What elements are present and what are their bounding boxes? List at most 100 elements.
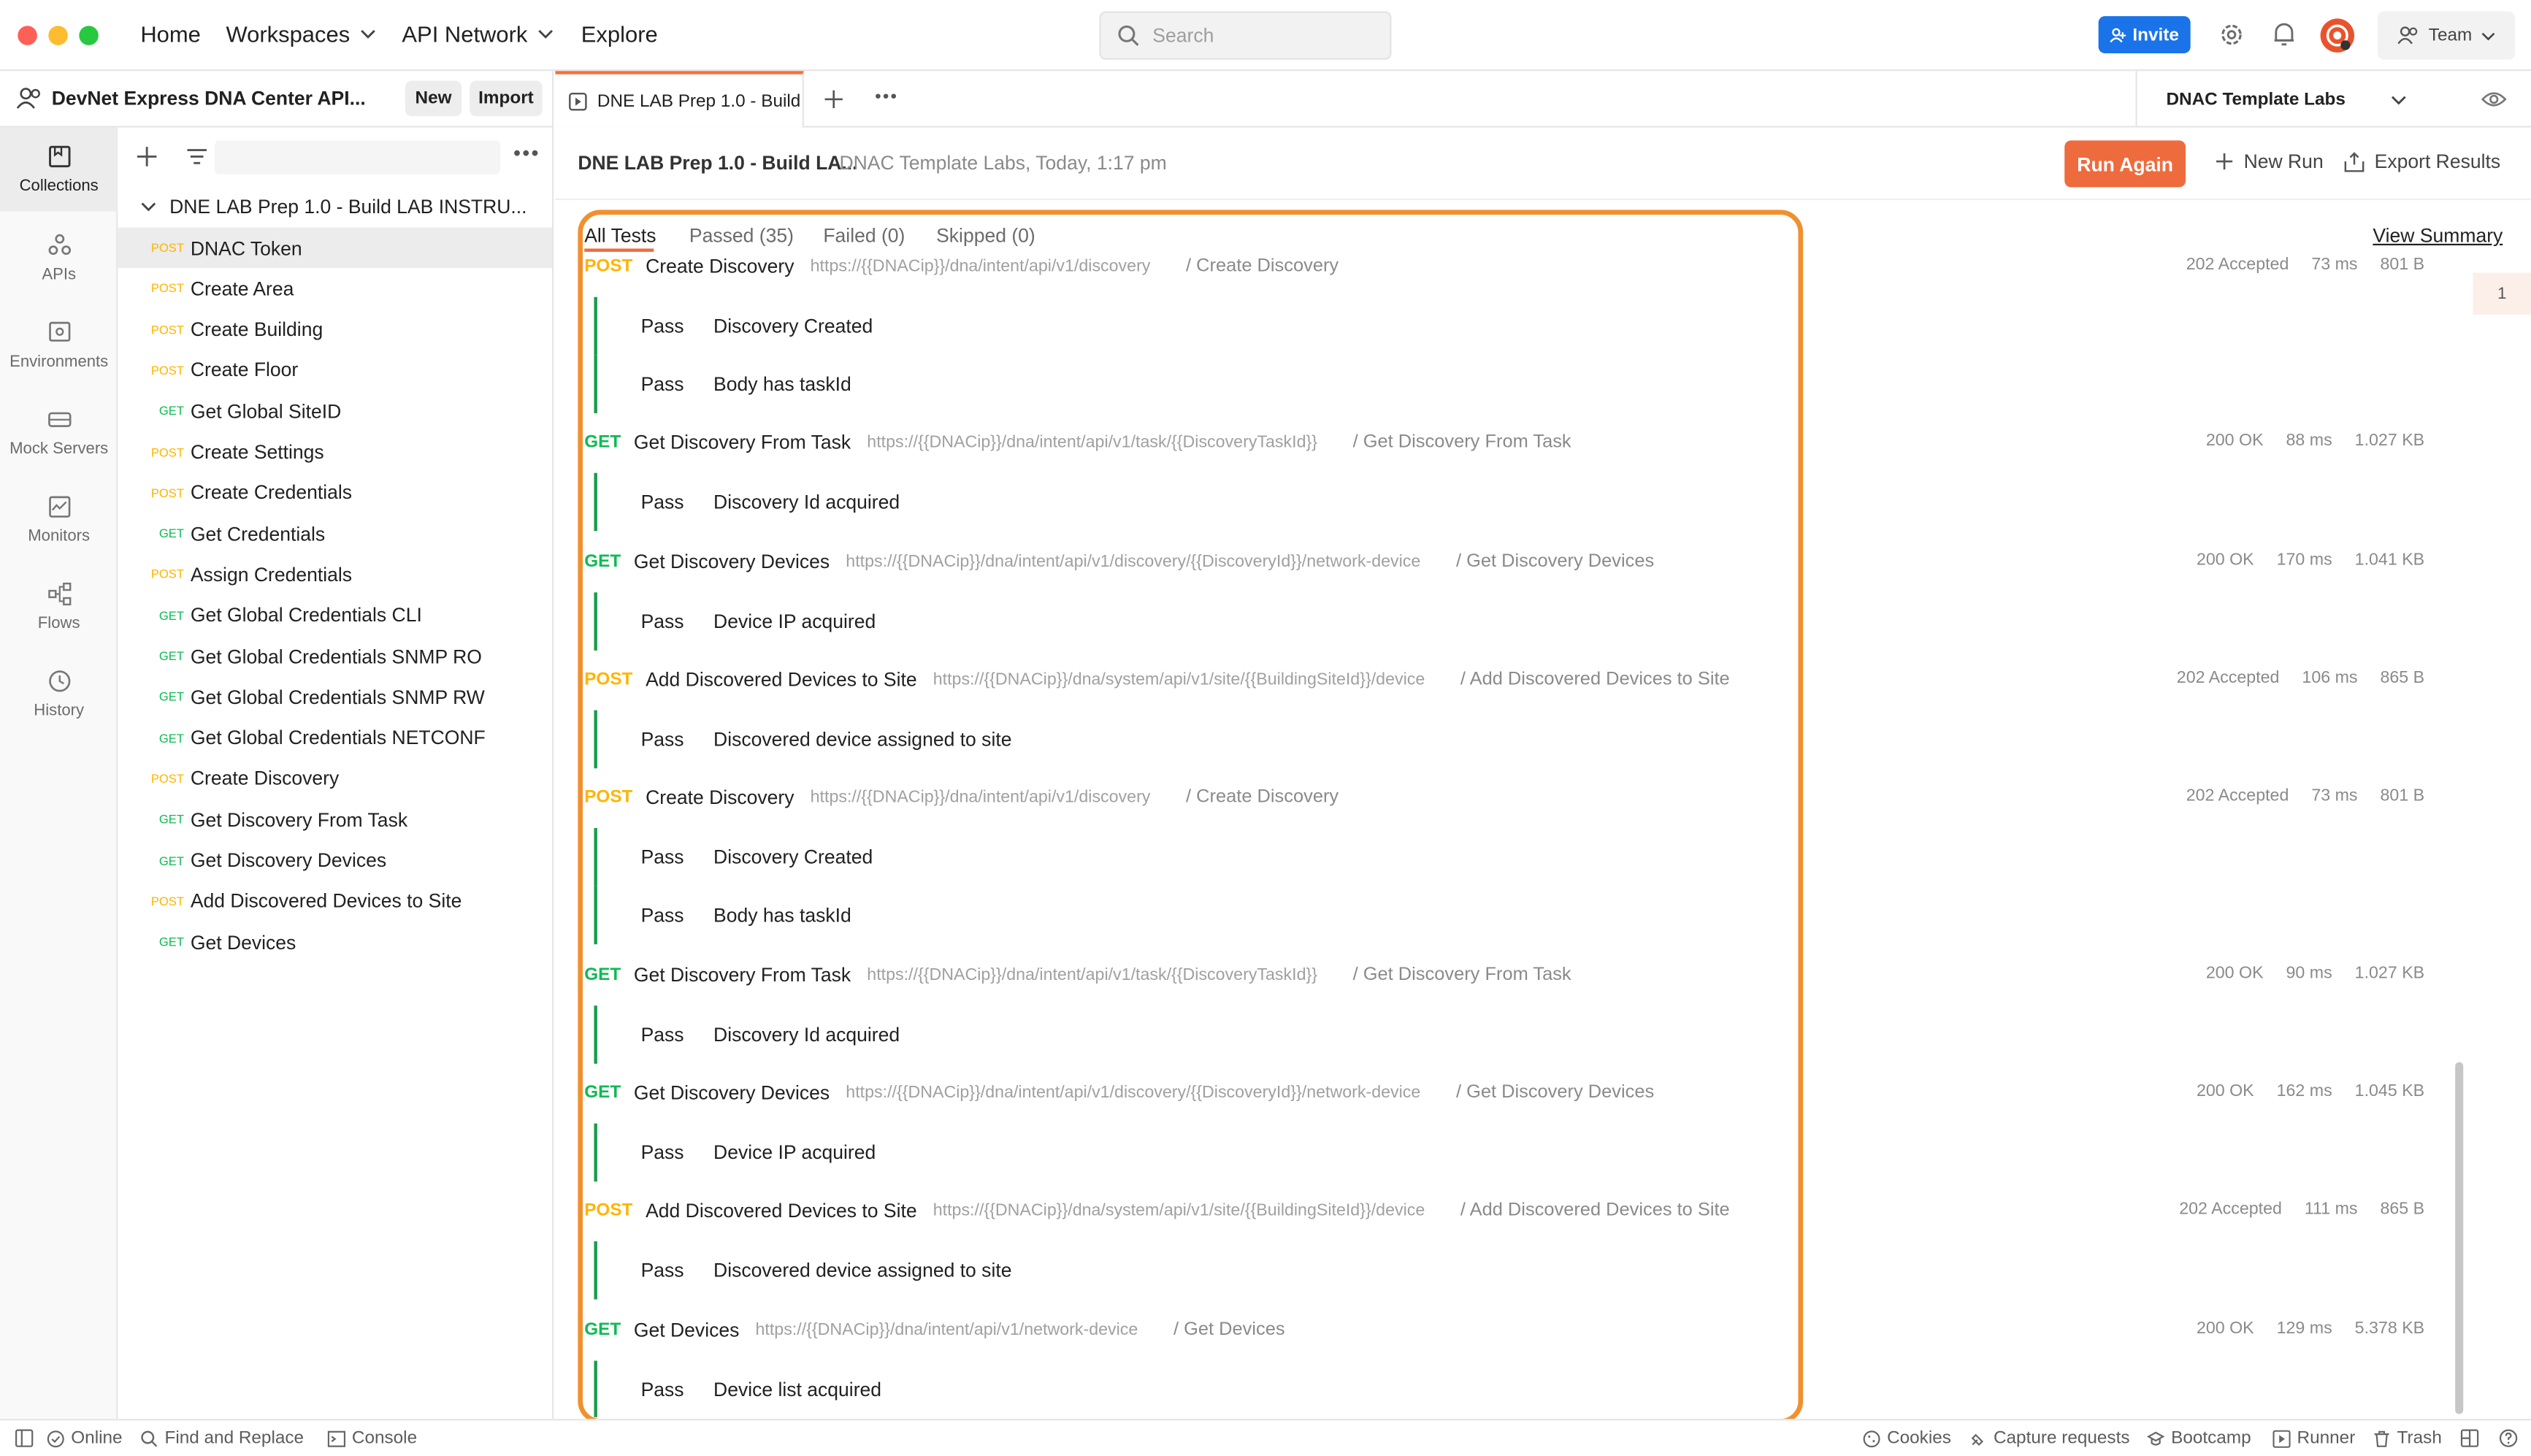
- request-meta: 202 Accepted 106 ms 865 B: [2177, 668, 2424, 688]
- chevron-down-icon: [141, 202, 156, 211]
- postman-window: Home Workspaces API Network Explore Sear…: [0, 0, 2531, 1456]
- nav-api-network[interactable]: API Network: [402, 21, 553, 47]
- toggle-sidebar-icon[interactable]: [15, 1428, 34, 1448]
- run-meta: DNAC Template Labs, Today, 1:17 pm: [839, 151, 1167, 175]
- new-run-button[interactable]: New Run: [2215, 150, 2324, 173]
- request-meta: 200 OK 88 ms 1.027 KB: [2206, 431, 2424, 451]
- response-size: 865 B: [2380, 1199, 2425, 1219]
- request-meta: 200 OK 129 ms 5.378 KB: [2197, 1319, 2424, 1338]
- trash-icon: [2374, 1430, 2389, 1447]
- more-options-icon[interactable]: •••: [513, 140, 540, 164]
- search-icon: [1118, 25, 1139, 46]
- export-icon: [2344, 151, 2365, 172]
- response-time: 111 ms: [2304, 1199, 2358, 1219]
- response-time: 170 ms: [2276, 550, 2332, 570]
- help-icon[interactable]: [2499, 1428, 2519, 1448]
- cookie-icon: [1863, 1430, 1880, 1447]
- new-button[interactable]: New: [405, 80, 462, 117]
- cookies-button[interactable]: Cookies: [1863, 1428, 1951, 1448]
- tab-runner-results[interactable]: DNE LAB Prep 1.0 - Build: [555, 71, 804, 128]
- response-size: 5.378 KB: [2354, 1319, 2425, 1338]
- request-meta: 200 OK 162 ms 1.045 KB: [2197, 1081, 2424, 1101]
- workspace-name[interactable]: DevNet Express DNA Center API...: [52, 87, 366, 110]
- team-icon: [2397, 26, 2417, 45]
- run-header: DNE LAB Prep 1.0 - Build LA... DNAC Temp…: [555, 129, 2531, 201]
- find-replace-button[interactable]: Find and Replace: [140, 1428, 304, 1448]
- workspace-header: DevNet Express DNA Center API... New Imp…: [0, 71, 554, 128]
- add-user-icon: [2110, 27, 2126, 42]
- response-status: 200 OK: [2196, 1319, 2254, 1338]
- search-placeholder: Search: [1152, 24, 1214, 47]
- response-time: 73 ms: [2311, 786, 2358, 806]
- new-tab-icon[interactable]: [823, 89, 844, 110]
- plus-icon: [2216, 153, 2233, 170]
- chevron-down-icon: [537, 29, 553, 39]
- runner-button[interactable]: Runner: [2272, 1428, 2355, 1448]
- capture-requests-button[interactable]: Capture requests: [1969, 1428, 2130, 1448]
- invite-button[interactable]: Invite: [2098, 16, 2191, 53]
- export-results-button[interactable]: Export Results: [2344, 150, 2500, 173]
- environment-selector[interactable]: DNAC Template Labs: [2135, 71, 2458, 128]
- response-size: 1.027 KB: [2354, 431, 2425, 451]
- nav-explore[interactable]: Explore: [581, 21, 658, 47]
- tab-options-icon[interactable]: •••: [875, 87, 898, 107]
- close-window-button[interactable]: [18, 26, 37, 45]
- two-pane-icon[interactable]: [2460, 1428, 2480, 1448]
- run-iteration-marker[interactable]: 1: [2473, 272, 2531, 315]
- status-bar: Online Find and Replace Console Cookies …: [0, 1419, 2531, 1456]
- response-status: 200 OK: [2196, 550, 2254, 570]
- response-size: 1.041 KB: [2354, 550, 2425, 570]
- response-status: 200 OK: [2196, 1081, 2254, 1101]
- team-dropdown[interactable]: Team: [2378, 11, 2515, 60]
- bootcamp-icon: [2146, 1430, 2165, 1445]
- console-icon: [327, 1430, 346, 1447]
- request-meta: 200 OK 170 ms 1.041 KB: [2197, 551, 2424, 570]
- bootcamp-button[interactable]: Bootcamp: [2146, 1428, 2251, 1448]
- response-status: 202 Accepted: [2186, 786, 2289, 806]
- runner-tab-icon: [569, 91, 587, 110]
- chevron-down-icon: [2391, 96, 2406, 105]
- minimize-window-button[interactable]: [48, 26, 68, 45]
- response-time: 129 ms: [2276, 1319, 2332, 1338]
- results-scrollbar[interactable]: [2455, 1062, 2464, 1414]
- nav-workspaces[interactable]: Workspaces: [226, 21, 375, 47]
- plus-icon[interactable]: [136, 145, 158, 168]
- response-status: 202 Accepted: [2179, 1199, 2282, 1219]
- results-highlight-frame: [578, 210, 1804, 1424]
- zoom-window-button[interactable]: [79, 26, 99, 45]
- import-button[interactable]: Import: [470, 80, 543, 117]
- avatar[interactable]: [2319, 18, 2355, 53]
- chevron-down-icon: [360, 29, 375, 39]
- check-circle-icon: [47, 1430, 64, 1447]
- response-time: 162 ms: [2276, 1081, 2332, 1101]
- collections-icon: [47, 145, 70, 168]
- trash-button[interactable]: Trash: [2373, 1428, 2442, 1448]
- view-summary-link[interactable]: View Summary: [2373, 224, 2503, 247]
- nav-home[interactable]: Home: [140, 21, 201, 47]
- response-time: 106 ms: [2302, 668, 2358, 688]
- run-title: DNE LAB Prep 1.0 - Build LA...: [578, 151, 858, 175]
- response-size: 1.045 KB: [2354, 1081, 2425, 1101]
- eye-icon[interactable]: [2481, 89, 2507, 110]
- run-again-button[interactable]: Run Again: [2064, 140, 2186, 188]
- response-time: 88 ms: [2286, 431, 2332, 451]
- chevron-down-icon: [2482, 31, 2496, 40]
- response-size: 801 B: [2380, 786, 2425, 806]
- collection-folder[interactable]: DNE LAB Prep 1.0 - Build LAB INSTRU...: [118, 185, 552, 226]
- top-bar: Home Workspaces API Network Explore Sear…: [0, 0, 2531, 72]
- runner-icon: [2272, 1429, 2291, 1447]
- bell-icon[interactable]: [2271, 21, 2297, 49]
- search-box[interactable]: Search: [1099, 11, 1392, 60]
- request-meta: 202 Accepted 111 ms 865 B: [2179, 1199, 2424, 1219]
- gear-icon[interactable]: [2218, 21, 2245, 49]
- rail-item-collections[interactable]: Collections: [0, 127, 118, 212]
- online-status[interactable]: Online: [47, 1428, 123, 1448]
- response-size: 1.027 KB: [2354, 963, 2425, 984]
- response-size: 865 B: [2380, 668, 2425, 688]
- console-button[interactable]: Console: [327, 1428, 417, 1448]
- request-meta: 202 Accepted 73 ms 801 B: [2186, 786, 2424, 806]
- filter-icon[interactable]: [185, 145, 208, 168]
- request-meta: 200 OK 90 ms 1.027 KB: [2206, 964, 2424, 984]
- response-status: 200 OK: [2205, 431, 2264, 451]
- filter-input[interactable]: [214, 140, 501, 175]
